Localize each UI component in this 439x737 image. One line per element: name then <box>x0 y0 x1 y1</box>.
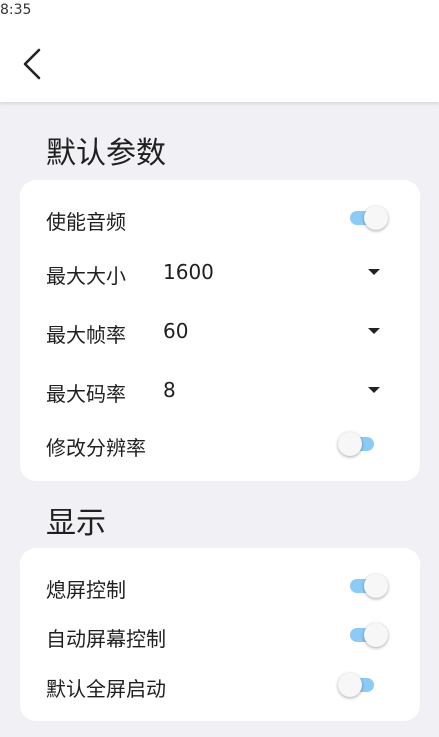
max-bitrate-value: 8 <box>163 378 176 402</box>
max-size-value: 1600 <box>163 260 214 284</box>
row-enable-audio: 使能音频 <box>46 198 400 238</box>
back-button[interactable] <box>18 46 48 82</box>
row-change-resolution: 修改分辨率 <box>46 424 400 464</box>
change-resolution-switch[interactable] <box>338 430 380 458</box>
dropdown-arrow-icon[interactable] <box>368 269 380 275</box>
dropdown-arrow-icon[interactable] <box>368 328 380 334</box>
status-bar: 8:35 <box>0 0 439 22</box>
max-fps-label: 最大帧率 <box>46 323 126 347</box>
change-resolution-label: 修改分辨率 <box>46 436 146 460</box>
row-auto-screen-control: 自动屏幕控制 <box>46 615 400 655</box>
status-time: 8:35 <box>0 2 32 18</box>
app-bar <box>0 22 439 102</box>
row-screen-off-control: 熄屏控制 <box>46 566 400 606</box>
card-defaults: 使能音频 最大大小 1600 最大帧率 60 最大码率 8 修改分辨率 <box>20 180 420 481</box>
auto-screen-control-switch[interactable] <box>346 621 388 649</box>
section-title-defaults: 默认参数 <box>46 136 166 171</box>
switch-thumb <box>364 623 388 647</box>
row-max-bitrate[interactable]: 最大码率 8 <box>46 370 400 410</box>
row-max-size[interactable]: 最大大小 1600 <box>46 252 400 292</box>
switch-thumb <box>364 206 388 230</box>
section-title-display: 显示 <box>46 506 106 541</box>
row-default-fullscreen: 默认全屏启动 <box>46 665 400 705</box>
max-size-label: 最大大小 <box>46 264 126 288</box>
screen-off-control-switch[interactable] <box>346 572 388 600</box>
auto-screen-control-label: 自动屏幕控制 <box>46 627 166 651</box>
screen-off-control-label: 熄屏控制 <box>46 578 126 602</box>
switch-thumb <box>338 673 362 697</box>
switch-thumb <box>338 432 362 456</box>
default-fullscreen-switch[interactable] <box>338 671 380 699</box>
max-bitrate-label: 最大码率 <box>46 382 126 406</box>
enable-audio-label: 使能音频 <box>46 210 126 234</box>
default-fullscreen-label: 默认全屏启动 <box>46 677 166 701</box>
enable-audio-switch[interactable] <box>346 204 388 232</box>
dropdown-arrow-icon[interactable] <box>368 387 380 393</box>
switch-thumb <box>364 574 388 598</box>
max-fps-value: 60 <box>163 319 189 343</box>
chevron-left-icon <box>23 48 41 80</box>
card-display: 熄屏控制 自动屏幕控制 默认全屏启动 <box>20 548 420 721</box>
row-max-fps[interactable]: 最大帧率 60 <box>46 311 400 351</box>
